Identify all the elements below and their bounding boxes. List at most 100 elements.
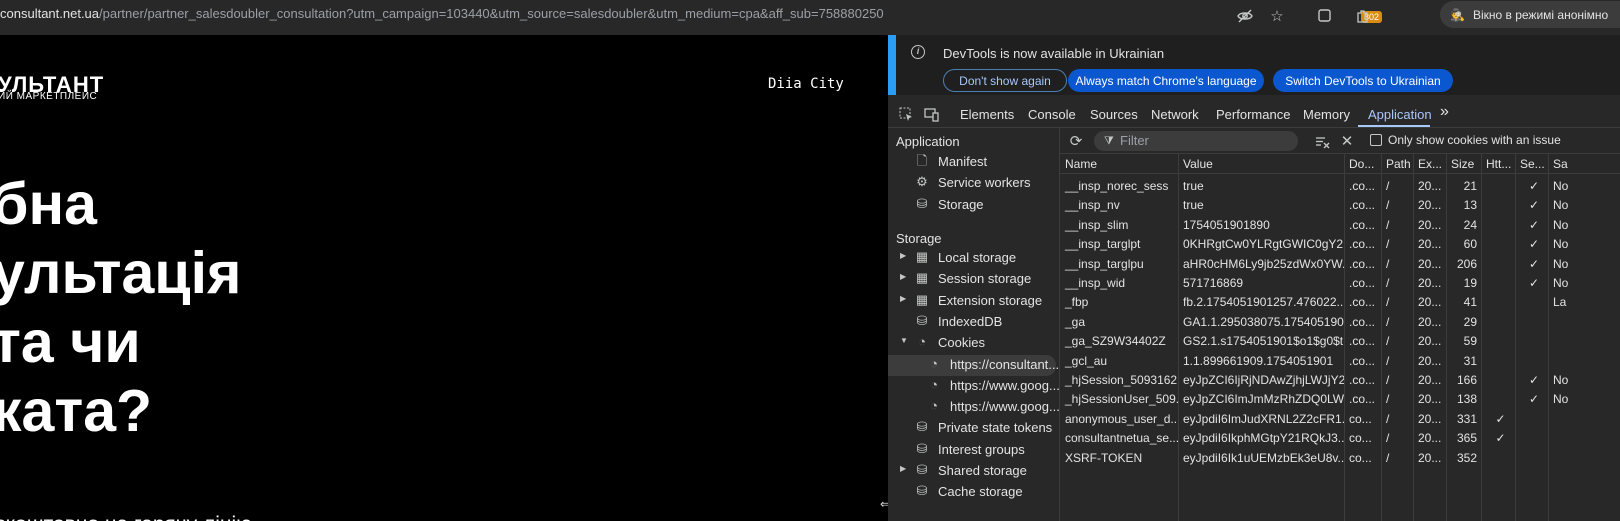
expand-right-icon[interactable]: ▶ <box>900 294 906 303</box>
gears-icon: ⚙ <box>916 174 928 190</box>
column-header[interactable]: Se... <box>1515 157 1548 171</box>
only-issues-checkbox[interactable]: Only show cookies with an issue <box>1370 133 1561 147</box>
table-cell: / <box>1386 392 1390 407</box>
expand-down-icon[interactable]: ▼ <box>900 336 908 345</box>
checkbox-box[interactable] <box>1370 134 1382 146</box>
sidebar-item[interactable]: ⛁ Cache storage <box>888 482 1056 503</box>
sidebar-item-label: https://www.goog... <box>950 399 1060 415</box>
expand-right-icon[interactable]: ▶ <box>900 251 906 260</box>
table-row[interactable]: _hjSession_5093162 eyJpZCI6IjRjNDAwZjhjLW… <box>1060 370 1620 389</box>
table-cell: / <box>1386 295 1390 310</box>
inspect-element-icon[interactable] <box>894 102 918 126</box>
sidebar-item[interactable]: ◔ https://www.goog... <box>888 376 1060 397</box>
table-row[interactable]: __insp_targlpt 0KHRgtCw0YLRgtGWIC0gY2....… <box>1060 234 1620 253</box>
table-cell: 166 <box>1456 373 1477 387</box>
table-cell: 20... <box>1418 431 1442 446</box>
table-row[interactable]: __insp_nv true .co... / 20... 13 ✓ No <box>1060 195 1620 214</box>
column-header[interactable]: Ex... <box>1413 157 1446 171</box>
table-cell: _gcl_au <box>1065 353 1108 368</box>
expand-right-icon[interactable]: ▶ <box>900 272 906 281</box>
table-row[interactable]: __insp_targlpu aHR0cHM6Ly9jb25zdWx0YW....… <box>1060 254 1620 273</box>
table-cell: .co... <box>1349 373 1376 387</box>
sidebar-item[interactable]: ⛁ Storage <box>888 195 1056 216</box>
table-cell: _hjSessionUser_509... <box>1065 392 1178 407</box>
column-header[interactable]: Value <box>1178 157 1344 171</box>
tab-application[interactable]: Application <box>1368 107 1432 122</box>
column-header[interactable]: Htt... <box>1481 157 1515 171</box>
sidebar-item[interactable]: ⚙ Service workers <box>888 173 1056 194</box>
column-header[interactable]: Path <box>1381 157 1413 171</box>
column-header[interactable]: Sa <box>1548 157 1578 171</box>
table-row[interactable]: _fbp fb.2.1754051901257.476022... .co... / 2… <box>1060 292 1620 311</box>
sidebar-item-label: Cache storage <box>938 484 1023 500</box>
table-row[interactable]: anonymous_user_d... eyJpdiI6ImJudXRNL2Z2c… <box>1060 409 1620 428</box>
table-cell: / <box>1386 198 1390 213</box>
address-bar[interactable]: consultant.net.ua/partner/partner_salesd… <box>0 6 884 21</box>
puzzle-extensions-icon[interactable] <box>1351 4 1375 28</box>
table-cell: ✓ <box>1495 431 1506 446</box>
tab-performance[interactable]: Performance <box>1216 107 1290 122</box>
bookmark-star-icon[interactable]: ☆ <box>1265 4 1289 28</box>
column-header[interactable]: Name <box>1060 157 1178 171</box>
tab-memory[interactable]: Memory <box>1303 107 1350 122</box>
column-header[interactable]: Do... <box>1344 157 1381 171</box>
sidebar-item[interactable]: ⛁ IndexedDB <box>888 312 1056 333</box>
table-cell: La <box>1553 295 1567 310</box>
tab-sources[interactable]: Sources <box>1090 107 1138 122</box>
sidebar-item[interactable]: ⛁ Private state tokens <box>888 418 1056 439</box>
sidebar-item[interactable]: ▶ ▦ Extension storage <box>888 291 1056 312</box>
only-issues-label: Only show cookies with an issue <box>1388 133 1561 147</box>
hero-subtitle: зкоштовно на гарячу лінію — <box>0 513 279 521</box>
cookie-icon: ◔ <box>930 398 938 414</box>
table-row[interactable]: _ga_SZ9W34402Z GS2.1.s1754051901$o1$g0$t.… <box>1060 331 1620 350</box>
tab-network[interactable]: Network <box>1151 107 1199 122</box>
table-cell: 352 <box>1456 450 1477 465</box>
table-cell: 20... <box>1418 256 1442 271</box>
sidebar-item[interactable]: ▼ ◔ Cookies <box>888 333 1056 354</box>
table-row[interactable]: consultantnetua_se... eyJpdiI6IkphMGtpY21… <box>1060 428 1620 447</box>
expand-right-icon[interactable]: ▶ <box>900 464 906 473</box>
info-icon: i <box>911 45 925 59</box>
table-cell: 31 <box>1463 353 1477 368</box>
table-row[interactable]: _hjSessionUser_509... eyJpZCI6ImJmMzRhZDQ… <box>1060 389 1620 408</box>
table-cell: No <box>1553 392 1569 407</box>
clear-filtered-icon[interactable] <box>1310 129 1334 153</box>
table-row[interactable]: XSRF-TOKEN eyJpdiI6Ik1uUEMzbEk3eU8v... co.… <box>1060 448 1620 467</box>
devtools-panel: i DevTools is now available in Ukrainian… <box>888 35 1620 521</box>
column-header[interactable]: Size <box>1446 157 1481 171</box>
sidebar-item[interactable]: ▶ ▦ Session storage <box>888 269 1056 290</box>
table-row[interactable]: __insp_wid 571716869 .co... / 20... 19 ✓ No <box>1060 273 1620 292</box>
table-cell: ✓ <box>1528 217 1540 232</box>
switch-language-button[interactable]: Switch DevTools to Ukrainian <box>1273 69 1453 92</box>
incognito-chip[interactable]: 🕵 Вікно в режимі анонімно <box>1440 1 1620 28</box>
cookie-filter-input[interactable]: ⧩ Filter <box>1094 131 1298 151</box>
sidebar-item[interactable]: ⛁ Interest groups <box>888 440 1056 461</box>
sidebar-item[interactable]: ◔ https://consultant... <box>888 354 1059 376</box>
table-cell: 20... <box>1418 314 1442 329</box>
eye-off-icon[interactable] <box>1233 4 1257 28</box>
table-row[interactable]: _gcl_au 1.1.899661909.1754051901 .co... / 20… <box>1060 351 1620 370</box>
table-row[interactable]: _ga GA1.1.295038075.1754051901 .co... / 20..… <box>1060 312 1620 331</box>
tab-elements[interactable]: Elements <box>960 107 1014 122</box>
table-cell: __insp_targlpt <box>1065 237 1141 252</box>
more-tabs-icon[interactable]: » <box>1440 103 1449 121</box>
sidebar-item[interactable]: ◔ https://www.goog... <box>888 397 1060 418</box>
device-toolbar-icon[interactable] <box>919 102 943 126</box>
table-cell: __insp_norec_sess <box>1065 179 1169 193</box>
table-row[interactable]: __insp_slim 1754051901890 .co... / 20... 24 ✓ N… <box>1060 215 1620 234</box>
table-cell: GS2.1.s1754051901$o1$g0$t... <box>1183 334 1344 349</box>
table-cell: / <box>1386 179 1390 193</box>
table-row[interactable]: __insp_norec_sess true .co... / 20... 21 ✓ No <box>1060 176 1620 195</box>
refresh-icon[interactable]: ⟳ <box>1064 129 1088 153</box>
table-icon: ▦ <box>915 249 929 264</box>
sidebar-item[interactable]: ▶ ▦ Local storage <box>888 248 1056 269</box>
table-cell: 20... <box>1418 334 1442 349</box>
dont-show-again-button[interactable]: Don't show again <box>943 69 1067 92</box>
sidebar-item-label: Cookies <box>938 335 985 351</box>
sidebar-item[interactable]: 🗋 Manifest <box>888 152 1056 173</box>
tab-console[interactable]: Console <box>1028 107 1076 122</box>
extension-icon[interactable] <box>1313 4 1337 28</box>
sidebar-item[interactable]: ▶ ⛁ Shared storage <box>888 461 1056 482</box>
match-language-button[interactable]: Always match Chrome's language <box>1068 69 1264 92</box>
clear-all-icon[interactable]: ✕ <box>1335 129 1359 153</box>
